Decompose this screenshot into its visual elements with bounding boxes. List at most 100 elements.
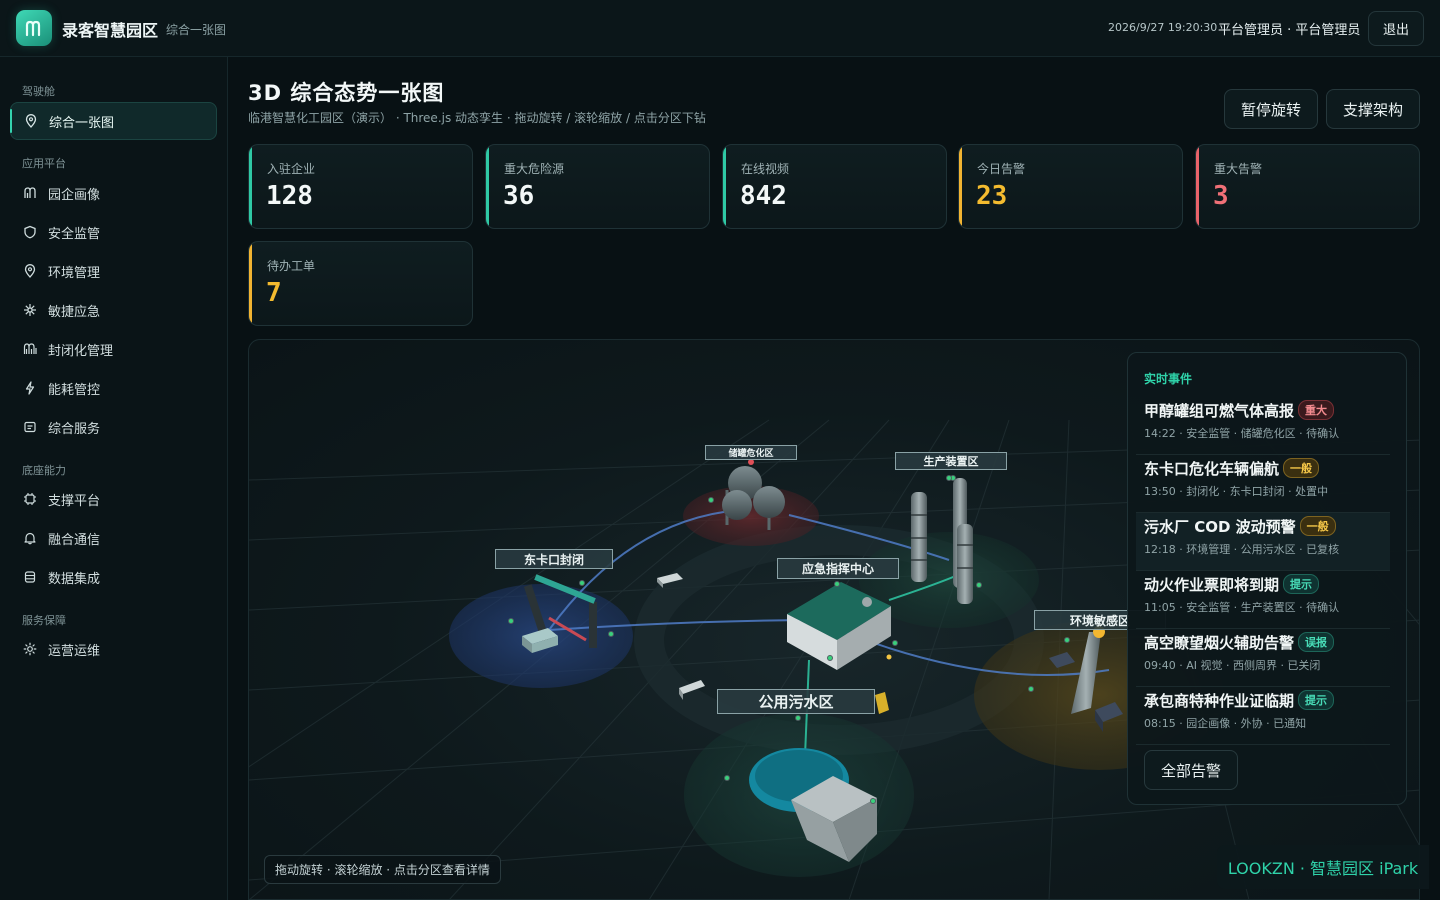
kpi-value: 23 — [976, 181, 1008, 211]
bell-icon — [22, 530, 38, 546]
page-title: 3D 综合态势一张图 — [248, 81, 445, 105]
event-item[interactable]: 高空瞭望烟火辅助告警 误报 09:40 · AI 视觉 · 西侧周界 · 已关闭 — [1136, 629, 1390, 687]
page-subtitle: 临港智慧化工园区（演示） · Three.js 动态孪生 · 拖动旋转 / 滚轮… — [248, 111, 706, 125]
logo-icon — [25, 20, 41, 37]
nav-group-apps: 应用平台 — [22, 157, 66, 170]
kpi-card-online-video[interactable]: 在线视频 842 — [722, 144, 947, 229]
event-level-badge: 提示 — [1283, 574, 1320, 594]
sidebar-item-label: 安全监管 — [48, 226, 101, 242]
current-user[interactable]: 平台管理员 · 平台管理员 — [1218, 19, 1360, 38]
nav-group-foundation: 底座能力 — [22, 464, 66, 477]
event-item[interactable]: 污水厂 COD 波动预警 一般 12:18 · 环境管理 · 公用污水区 · 已复… — [1136, 513, 1390, 571]
event-meta: 14:22 · 安全监管 · 储罐危化区 · 待确认 — [1144, 427, 1340, 440]
pause-rotation-button[interactable]: 暂停旋转 — [1224, 89, 1318, 129]
sidebar-item-energy[interactable]: 能耗管控 — [10, 369, 217, 407]
kpi-card-hazard-sources[interactable]: 重大危险源 36 — [485, 144, 710, 229]
kpi-label: 重大危险源 — [504, 162, 565, 176]
sidebar-item-label: 综合服务 — [48, 421, 101, 437]
zone-label-storage[interactable]: 储罐危化区 — [705, 445, 797, 460]
sidebar-item-communication[interactable]: 融合通信 — [10, 519, 217, 557]
zone-label-east-gate[interactable]: 东卡口封闭 — [495, 549, 613, 569]
sidebar-item-services[interactable]: 综合服务 — [10, 408, 217, 446]
event-level-badge: 一般 — [1299, 516, 1336, 536]
logout-button[interactable]: 退出 — [1368, 11, 1424, 46]
kpi-value: 7 — [266, 278, 282, 308]
sidebar-item-label: 综合一张图 — [49, 115, 115, 131]
sidebar-item-safety[interactable]: 安全监管 — [10, 213, 217, 251]
event-item[interactable]: 动火作业票即将到期 提示 11:05 · 安全监管 · 生产装置区 · 待确认 — [1136, 571, 1390, 629]
kpi-card-pending-orders[interactable]: 待办工单 7 — [248, 241, 473, 326]
chip-icon — [22, 491, 38, 507]
kpi-card-enterprises[interactable]: 入驻企业 128 — [248, 144, 473, 229]
brand-watermark: LOOKZN · 智慧园区 iPark — [1217, 845, 1429, 889]
sidebar-item-environment[interactable]: 环境管理 — [10, 252, 217, 290]
building-icon — [22, 185, 38, 201]
event-item[interactable]: 承包商特种作业证临期 提示 08:15 · 园企画像 · 外协 · 已通知 — [1136, 687, 1390, 745]
event-title: 污水厂 COD 波动预警 — [1144, 518, 1296, 536]
current-datetime: 2026/9/27 19:20:30 — [1108, 21, 1218, 34]
kpi-label: 待办工单 — [267, 259, 316, 273]
brand-name: 录客智慧园区 — [62, 21, 159, 40]
kpi-card-today-alerts[interactable]: 今日告警 23 — [958, 144, 1183, 229]
kpi-label: 入驻企业 — [267, 162, 316, 176]
event-level-badge: 提示 — [1298, 690, 1335, 710]
event-title: 甲醇罐组可燃气体高报 — [1144, 402, 1295, 420]
event-meta: 09:40 · AI 视觉 · 西侧周界 · 已关闭 — [1144, 659, 1321, 672]
location-icon — [22, 263, 38, 279]
sidebar-item-label: 融合通信 — [48, 532, 101, 548]
event-meta: 12:18 · 环境管理 · 公用污水区 · 已复核 — [1144, 543, 1340, 556]
event-title: 动火作业票即将到期 — [1144, 576, 1280, 594]
kpi-label: 在线视频 — [741, 162, 790, 176]
lightning-icon — [22, 380, 38, 396]
event-item[interactable]: 东卡口危化车辆偏航 一般 13:50 · 封闭化 · 东卡口封闭 · 处置中 — [1136, 455, 1390, 513]
sidebar-item-data-integration[interactable]: 数据集成 — [10, 558, 217, 596]
zone-label-sewage[interactable]: 公用污水区 — [717, 689, 875, 714]
nav-group-cockpit: 驾驶舱 — [22, 85, 55, 98]
sidebar-item-emergency[interactable]: 敏捷应急 — [10, 291, 217, 329]
event-level-badge: 一般 — [1283, 458, 1320, 478]
sidebar-nav: 驾驶舱 综合一张图 应用平台 园企画像 安全监管 环境管理 敏捷应急 封闭化管理… — [0, 57, 228, 900]
event-meta: 11:05 · 安全监管 · 生产装置区 · 待确认 — [1144, 601, 1340, 614]
sidebar-item-label: 能耗管控 — [48, 382, 101, 398]
sidebar-item-label: 支撑平台 — [48, 493, 101, 509]
event-meta: 08:15 · 园企画像 · 外协 · 已通知 — [1144, 717, 1307, 730]
sidebar-item-enterprise-profile[interactable]: 园企画像 — [10, 174, 217, 212]
sidebar-item-label: 封闭化管理 — [48, 343, 114, 359]
event-title: 高空瞭望烟火辅助告警 — [1144, 634, 1295, 652]
architecture-button[interactable]: 支撑架构 — [1326, 89, 1420, 129]
sidebar-item-overview-map[interactable]: 综合一张图 — [10, 102, 217, 140]
event-title: 承包商特种作业证临期 — [1144, 692, 1295, 710]
kpi-label: 重大告警 — [1214, 162, 1263, 176]
sidebar-item-operations[interactable]: 运营运维 — [10, 630, 217, 668]
event-title: 东卡口危化车辆偏航 — [1144, 460, 1280, 478]
sidebar-item-closed-management[interactable]: 封闭化管理 — [10, 330, 217, 368]
gate-icon — [22, 341, 38, 357]
alert-burst-icon — [22, 302, 38, 318]
event-level-badge: 重大 — [1298, 400, 1335, 420]
kpi-value: 842 — [740, 181, 787, 211]
nav-group-support: 服务保障 — [22, 614, 66, 627]
sidebar-item-platform[interactable]: 支撑平台 — [10, 480, 217, 518]
realtime-events-panel: 实时事件 甲醇罐组可燃气体高报 重大 14:22 · 安全监管 · 储罐危化区 ·… — [1127, 352, 1407, 805]
scene-interaction-hint: 拖动旋转 · 滚轮缩放 · 点击分区查看详情 — [264, 855, 501, 884]
map-pin-icon — [23, 113, 39, 129]
sidebar-item-label: 敏捷应急 — [48, 304, 101, 320]
brand-logo — [16, 10, 52, 46]
kpi-card-major-alerts[interactable]: 重大告警 3 — [1195, 144, 1420, 229]
kpi-value: 128 — [266, 181, 313, 211]
service-icon — [22, 419, 38, 435]
brand-subtitle: 综合一张图 — [166, 23, 227, 37]
sidebar-item-label: 运营运维 — [48, 643, 101, 659]
event-level-badge: 误报 — [1298, 632, 1335, 652]
zone-label-production[interactable]: 生产装置区 — [895, 452, 1007, 470]
sidebar-item-label: 数据集成 — [48, 571, 101, 587]
sidebar-item-label: 环境管理 — [48, 265, 101, 281]
gear-icon — [22, 641, 38, 657]
all-alerts-button[interactable]: 全部告警 — [1144, 750, 1238, 790]
event-meta: 13:50 · 封闭化 · 东卡口封闭 · 处置中 — [1144, 485, 1329, 498]
event-item[interactable]: 甲醇罐组可燃气体高报 重大 14:22 · 安全监管 · 储罐危化区 · 待确认 — [1136, 397, 1390, 455]
database-icon — [22, 569, 38, 585]
kpi-label: 今日告警 — [977, 162, 1026, 176]
zone-label-command-center[interactable]: 应急指挥中心 — [777, 558, 899, 579]
events-panel-title: 实时事件 — [1144, 372, 1193, 386]
